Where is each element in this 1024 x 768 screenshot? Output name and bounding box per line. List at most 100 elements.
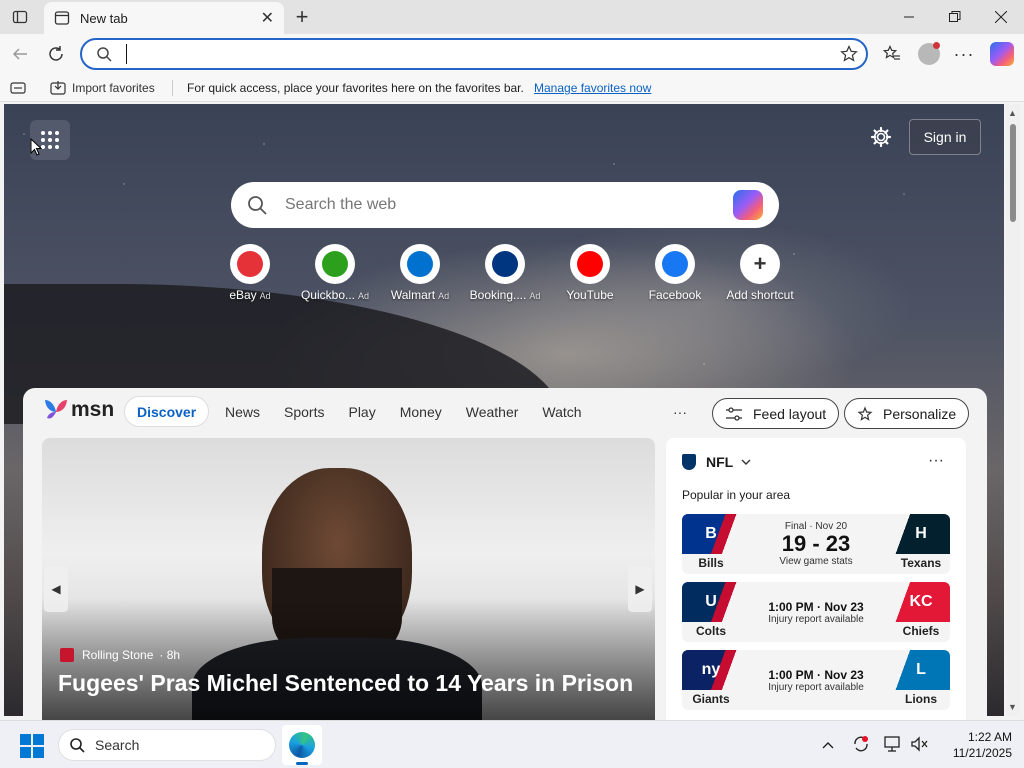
network-icon[interactable] [884,735,902,756]
favorites-icon[interactable] [882,44,902,64]
address-input[interactable] [126,44,129,64]
minimize-button[interactable] [886,0,932,34]
favorites-bar: Import favorites For quick access, place… [0,74,1024,102]
tab-watch[interactable]: Watch [542,404,581,420]
tab-discover[interactable]: Discover [124,396,210,427]
restore-button[interactable] [932,0,978,34]
import-favorites-icon[interactable] [50,80,66,96]
shortcut-name: Facebook [648,288,702,302]
shortcut-item[interactable]: Facebook [632,244,718,302]
tab-news[interactable]: News [225,404,260,420]
scroll-down-icon[interactable]: ▼ [1008,702,1017,712]
start-button[interactable] [20,734,44,758]
shortcut-name: Quickbo... [300,288,355,302]
shortcut-label: YouTube [566,288,613,302]
edge-icon [289,732,315,758]
chevron-down-icon [741,459,751,465]
nfl-header[interactable]: NFL [682,454,751,470]
import-favorites-link[interactable]: Import favorites [72,81,155,95]
favbar-divider [172,80,173,96]
game-info: 1:00 PM · Nov 23 Injury report available [742,650,890,710]
manage-favorites-link[interactable]: Manage favorites now [534,81,651,95]
shortcut-item[interactable]: + Add shortcut [717,244,803,302]
personalize-label: Personalize [883,405,957,422]
feed-nav: msn Discover News Sports Play Money Weat… [23,388,987,438]
web-search-box[interactable]: Search the web [231,182,779,228]
shortcut-label: Quickbo... Ad [301,288,369,302]
away-team-name: Lions [905,692,937,706]
refresh-icon[interactable] [44,42,68,66]
feed-layout-button[interactable]: Feed layout [712,398,840,429]
shortcut-label: Walmart Ad [391,288,449,302]
search-icon [96,46,112,62]
shortcut-item[interactable]: Booking.... Ad [462,244,548,302]
copilot-icon[interactable] [733,190,763,220]
nfl-game-card[interactable]: ny Giants L Lions 1:00 PM · Nov 23 Injury rep… [682,650,950,710]
close-tab-icon[interactable]: ✕ [261,8,274,28]
hero-gradient [42,598,655,728]
game-note[interactable]: Injury report available [768,682,864,693]
shortcut-item[interactable]: eBay Ad [207,244,293,302]
sign-in-button[interactable]: Sign in [909,119,981,155]
hero-article-card[interactable]: ◀ ▶ Rolling Stone · 8h Fugees' Pras Mich… [42,438,655,728]
carousel-next-button[interactable]: ▶ [628,566,652,612]
away-team-name: Chiefs [902,624,940,638]
nfl-more-button[interactable]: ··· [928,452,944,470]
ad-badge: Ad [529,291,541,301]
shortcut-name: Booking.... [469,288,527,302]
msn-feed: msn Discover News Sports Play Money Weat… [23,388,987,728]
reading-mode-icon[interactable] [10,81,26,95]
back-icon[interactable] [8,42,32,66]
tab-new-tab[interactable]: New tab ✕ [44,2,284,34]
show-hidden-icons-icon[interactable] [822,737,834,752]
web-search-input[interactable]: Search the web [285,196,733,214]
more-options-icon[interactable]: ··· [952,44,976,64]
tab-title: New tab [80,10,128,26]
shortcut-item[interactable]: Walmart Ad [377,244,463,302]
more-tabs-button[interactable]: ··· [673,404,687,420]
clock[interactable]: 1:22 AM 11/21/2025 [936,729,1012,761]
article-source: Rolling Stone · 8h [60,648,180,662]
shortcut-item[interactable]: YouTube [547,244,633,302]
favorite-star-icon[interactable] [840,45,858,63]
personalize-button[interactable]: Personalize [844,398,970,429]
shortcut-name: YouTube [566,288,614,302]
tab-actions-icon[interactable] [10,7,30,27]
settings-gear-icon[interactable] [868,124,894,150]
nfl-game-card[interactable]: B Bills H Texans Final · Nov 20 19 - 23 View g… [682,514,950,574]
shortcut-name: Walmart [390,288,436,302]
nfl-game-card[interactable]: U Colts KC Chiefs 1:00 PM · Nov 23 Injury rep… [682,582,950,642]
game-note[interactable]: View game stats [779,556,852,567]
clock-date: 11/21/2025 [952,746,1012,760]
page-scrollbar[interactable]: ▲ ▼ [1006,104,1020,716]
taskbar-search[interactable]: Search [58,729,276,761]
tab-money[interactable]: Money [400,404,442,420]
search-icon [247,195,267,215]
shortcut-item[interactable]: Quickbo... Ad [292,244,378,302]
profile-avatar[interactable] [918,42,940,65]
tab-weather[interactable]: Weather [466,404,519,420]
home-team-name: Giants [692,692,730,706]
away-team-name: Texans [900,556,942,570]
copilot-icon[interactable] [990,42,1014,66]
home-team-logo: ny [682,650,740,690]
tab-sports[interactable]: Sports [284,404,324,420]
clock-time: 1:22 AM [967,730,1012,744]
scroll-thumb[interactable] [1010,124,1016,222]
scroll-up-icon[interactable]: ▲ [1008,108,1017,118]
volume-icon[interactable] [910,735,928,756]
address-bar[interactable] [80,38,868,70]
quickbooks-icon [315,244,355,284]
article-headline[interactable]: Fugees' Pras Michel Sentenced to 14 Year… [58,670,633,697]
new-tab-button[interactable]: + [290,4,314,29]
msn-logo[interactable]: msn [43,398,114,422]
taskbar: Search 1:22 AM 11/21/2025 [0,720,1024,768]
game-note[interactable]: Injury report available [768,614,864,625]
tab-play[interactable]: Play [348,404,375,420]
taskbar-search-label: Search [95,737,140,753]
edge-taskbar-button[interactable] [282,725,322,765]
carousel-prev-button[interactable]: ◀ [44,566,68,612]
close-window-button[interactable] [978,0,1024,34]
away-team-abbr: H [915,525,927,542]
sync-icon[interactable] [852,735,870,756]
